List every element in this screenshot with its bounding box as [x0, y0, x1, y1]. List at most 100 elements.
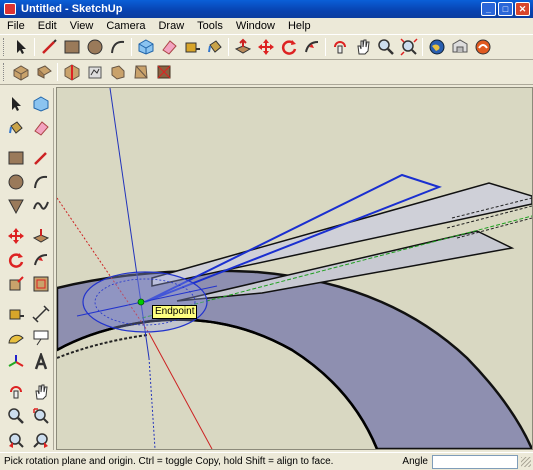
right-view-icon	[88, 66, 101, 79]
protractor-icon	[7, 334, 24, 344]
close-button[interactable]: ✕	[515, 2, 530, 16]
google-earth-button[interactable]	[426, 36, 448, 58]
vcb-label: Angle	[402, 456, 428, 467]
menu-help[interactable]: Help	[281, 20, 317, 32]
right-view-button[interactable]	[84, 61, 106, 83]
tape-measure-button[interactable]	[4, 302, 28, 326]
red-axis	[148, 332, 213, 449]
select-tool-button[interactable]	[4, 92, 28, 116]
3d-text-tool-button[interactable]	[29, 350, 53, 374]
circle-tool-button[interactable]	[4, 170, 28, 194]
previous-view-button[interactable]	[4, 428, 28, 452]
share-model-button[interactable]	[472, 36, 494, 58]
freehand-icon	[32, 201, 49, 210]
menu-camera[interactable]: Camera	[99, 20, 151, 32]
bottom-view-button[interactable]	[153, 61, 175, 83]
front-view-button[interactable]	[61, 61, 83, 83]
scale-icon	[9, 276, 24, 291]
title-bar: Untitled - SketchUp _ □ ✕	[0, 0, 533, 18]
orbit-tool-button[interactable]	[329, 36, 351, 58]
move-tool-button[interactable]	[4, 224, 28, 248]
axes-icon	[8, 355, 23, 367]
rotate-icon	[8, 253, 23, 268]
rotate-tool-button[interactable]	[278, 36, 300, 58]
pan-tool-button[interactable]	[352, 36, 374, 58]
freehand-tool-button[interactable]	[29, 194, 53, 218]
polygon-tool-button[interactable]	[4, 194, 28, 218]
zoom-window-button[interactable]	[29, 404, 53, 428]
tape-measure-icon	[9, 309, 24, 320]
tape-measure-button[interactable]	[181, 36, 203, 58]
menu-file[interactable]: File	[0, 20, 31, 32]
orbit-tool-button[interactable]	[4, 380, 28, 404]
follow-me-button[interactable]	[301, 36, 323, 58]
back-view-button[interactable]	[107, 61, 129, 83]
make-component-icon	[138, 39, 153, 55]
arc-tool-button[interactable]	[29, 170, 53, 194]
zoom-window-icon	[32, 408, 49, 424]
left-view-button[interactable]	[130, 61, 152, 83]
zoom-icon	[377, 39, 394, 55]
resize-grip[interactable]	[521, 456, 531, 467]
zoom-extents-button[interactable]	[398, 36, 420, 58]
menu-tools[interactable]: Tools	[190, 20, 229, 32]
zoom-tool-button[interactable]	[375, 36, 397, 58]
polygon-icon	[7, 199, 24, 215]
pan-tool-button[interactable]	[29, 380, 53, 404]
top-view-button[interactable]	[33, 61, 55, 83]
paint-bucket-button[interactable]	[4, 116, 28, 140]
maximize-button[interactable]: □	[498, 2, 513, 16]
push-pull-button[interactable]	[232, 36, 254, 58]
minimize-button[interactable]: _	[481, 2, 496, 16]
rotate-tool-button[interactable]	[4, 248, 28, 272]
eraser-tool-button[interactable]	[29, 116, 53, 140]
next-view-icon	[32, 433, 48, 448]
3d-warehouse-button[interactable]	[449, 36, 471, 58]
pan-icon	[34, 384, 48, 400]
move-tool-button[interactable]	[255, 36, 277, 58]
text-tool-button[interactable]	[29, 326, 53, 350]
push-pull-button[interactable]	[29, 224, 53, 248]
make-component-button[interactable]	[29, 92, 53, 116]
select-icon	[16, 40, 26, 54]
toolbar-grip[interactable]	[3, 63, 6, 81]
rotate-protractor	[82, 271, 208, 333]
menu-window[interactable]: Window	[229, 20, 281, 32]
line-tool-button[interactable]	[29, 146, 53, 170]
measurements-input[interactable]	[432, 454, 518, 469]
dimension-icon	[31, 305, 50, 323]
make-component-button[interactable]	[135, 36, 157, 58]
large-tool-set-toolbar	[0, 88, 54, 450]
earth-icon	[429, 39, 444, 55]
paint-bucket-button[interactable]	[204, 36, 226, 58]
dimension-tool-button[interactable]	[29, 302, 53, 326]
scale-tool-button[interactable]	[4, 272, 28, 296]
endpoint-marker	[137, 298, 145, 306]
next-view-button[interactable]	[29, 428, 53, 452]
line-tool-button[interactable]	[38, 36, 60, 58]
drawing-viewport[interactable]: Endpoint	[56, 87, 533, 450]
protractor-tool-button[interactable]	[4, 326, 28, 350]
bottom-view-icon	[157, 65, 170, 79]
toolbar-grip[interactable]	[3, 38, 6, 56]
iso-view-button[interactable]	[10, 61, 32, 83]
select-icon	[11, 97, 21, 111]
menu-draw[interactable]: Draw	[151, 20, 190, 32]
rectangle-tool-button[interactable]	[4, 146, 28, 170]
zoom-tool-button[interactable]	[4, 404, 28, 428]
select-tool-button[interactable]	[10, 36, 32, 58]
model-scene[interactable]	[57, 88, 532, 449]
follow-me-button[interactable]	[29, 248, 53, 272]
offset-tool-button[interactable]	[29, 272, 53, 296]
menu-view[interactable]: View	[63, 20, 100, 32]
circle-tool-button[interactable]	[84, 36, 106, 58]
rectangle-icon	[8, 151, 23, 165]
eraser-tool-button[interactable]	[158, 36, 180, 58]
rectangle-icon	[64, 40, 79, 54]
sketchup-logo-icon	[4, 3, 16, 15]
axes-tool-button[interactable]	[4, 350, 28, 374]
menu-edit[interactable]: Edit	[31, 20, 63, 32]
rectangle-tool-button[interactable]	[61, 36, 83, 58]
arc-tool-button[interactable]	[107, 36, 129, 58]
window-title: Untitled - SketchUp	[21, 3, 123, 15]
